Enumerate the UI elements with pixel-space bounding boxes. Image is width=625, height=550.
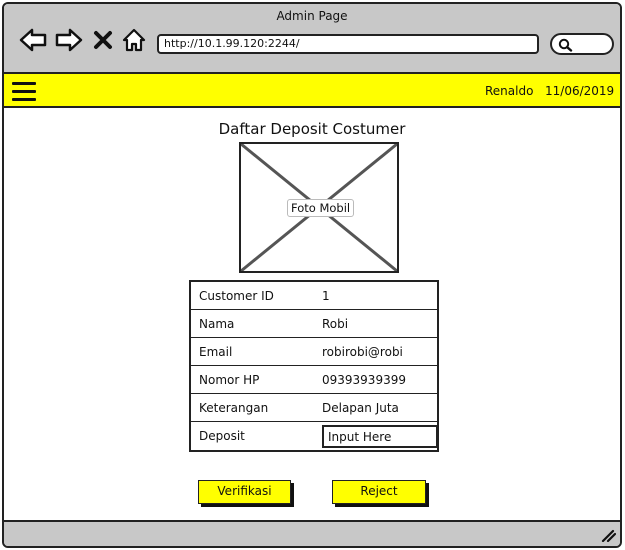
- row-label: Keterangan: [199, 401, 269, 415]
- table-row: Deposit Input Here: [191, 422, 438, 450]
- browser-window: Admin Page http://10.1.99.120:2244/ Rena…: [2, 2, 622, 548]
- image-label: Foto Mobil: [287, 199, 355, 217]
- page-title: Daftar Deposit Costumer: [218, 120, 406, 138]
- row-value: 09393939399: [322, 373, 406, 387]
- back-arrow-icon[interactable]: [18, 26, 48, 54]
- row-value: Delapan Juta: [322, 401, 399, 415]
- resize-grip-icon[interactable]: [600, 528, 616, 542]
- deposit-input[interactable]: Input Here: [322, 425, 438, 448]
- deposit-input-text: Input Here: [328, 430, 392, 444]
- row-label: Email: [199, 345, 233, 359]
- row-label: Customer ID: [199, 289, 274, 303]
- close-x-icon[interactable]: [91, 26, 115, 54]
- row-value: 1: [322, 289, 330, 303]
- deposit-label: Deposit: [199, 429, 245, 443]
- current-date: 11/06/2019: [545, 84, 615, 98]
- home-icon[interactable]: [119, 26, 149, 54]
- status-bar: [4, 520, 620, 546]
- top-menu-bar: Renaldo 11/06/2019: [4, 74, 620, 108]
- car-photo-placeholder: Foto Mobil: [239, 142, 399, 273]
- address-bar[interactable]: http://10.1.99.120:2244/: [157, 34, 539, 54]
- hamburger-menu-icon[interactable]: [12, 82, 36, 102]
- browser-chrome: Admin Page http://10.1.99.120:2244/: [4, 4, 620, 74]
- row-value: Robi: [322, 317, 349, 331]
- row-label: Nomor HP: [199, 373, 260, 387]
- customer-detail-table: Customer ID 1 Nama Robi Email robirobi@r…: [189, 280, 439, 452]
- row-value: robirobi@robi: [322, 345, 403, 359]
- user-name: Renaldo: [485, 84, 534, 98]
- search-field[interactable]: [550, 33, 614, 55]
- table-row: Nomor HP 09393939399: [191, 366, 437, 394]
- verify-button[interactable]: Verifikasi: [198, 480, 291, 504]
- reject-button[interactable]: Reject: [332, 480, 426, 504]
- search-icon: [558, 38, 573, 52]
- table-row: Nama Robi: [191, 310, 437, 338]
- forward-arrow-icon[interactable]: [54, 26, 84, 54]
- table-row: Keterangan Delapan Juta: [191, 394, 437, 422]
- row-label: Nama: [199, 317, 235, 331]
- table-row: Email robirobi@robi: [191, 338, 437, 366]
- table-row: Customer ID 1: [191, 282, 437, 310]
- window-title: Admin Page: [276, 9, 348, 23]
